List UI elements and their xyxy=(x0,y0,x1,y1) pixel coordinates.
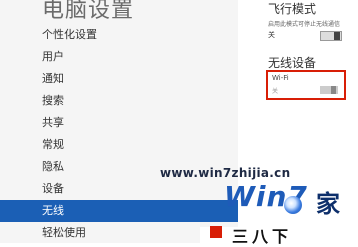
wireless-devices-title: 无线设备 xyxy=(268,56,317,70)
nav-item-devices[interactable]: 设备 xyxy=(0,178,238,200)
airplane-mode-description: 启用此模式可停止无线通信 xyxy=(268,21,341,28)
settings-nav-list: 个性化设置 用户 通知 搜索 共享 常规 隐私 设备 无线 轻松使用 xyxy=(0,24,238,244)
wifi-label: Wi-Fi xyxy=(272,74,289,82)
nav-item-users[interactable]: 用户 xyxy=(0,46,238,68)
airplane-mode-state: 关 xyxy=(268,31,275,39)
bottom-watermark-text: 三八下 xyxy=(232,227,293,246)
nav-item-personalize[interactable]: 个性化设置 xyxy=(0,24,238,46)
brand-mark-icon xyxy=(210,226,222,238)
watermark-logo: Win7 家 xyxy=(220,180,358,220)
airplane-mode-toggle[interactable] xyxy=(320,31,342,41)
nav-item-share[interactable]: 共享 xyxy=(0,112,238,134)
toggle-knob xyxy=(334,32,340,40)
nav-item-general[interactable]: 常规 xyxy=(0,134,238,156)
wifi-highlight-box: Wi-Fi 关 xyxy=(266,70,346,100)
settings-nav-pane: 电脑设置 个性化设置 用户 通知 搜索 共享 常规 隐私 设备 无线 轻松使用 xyxy=(0,0,238,243)
wifi-state: 关 xyxy=(272,88,279,95)
nav-item-notifications[interactable]: 通知 xyxy=(0,68,238,90)
wifi-toggle[interactable] xyxy=(320,86,338,94)
logo-suffix: 家 xyxy=(316,190,340,218)
page-title: 电脑设置 xyxy=(42,0,135,23)
watermark-url: www.win7zhijia.cn xyxy=(160,166,291,180)
nav-item-wireless[interactable]: 无线 xyxy=(0,200,238,222)
toggle-knob xyxy=(331,86,336,94)
airplane-mode-title: 飞行模式 xyxy=(268,2,317,16)
logo-dot-icon xyxy=(284,196,302,214)
nav-item-search[interactable]: 搜索 xyxy=(0,90,238,112)
